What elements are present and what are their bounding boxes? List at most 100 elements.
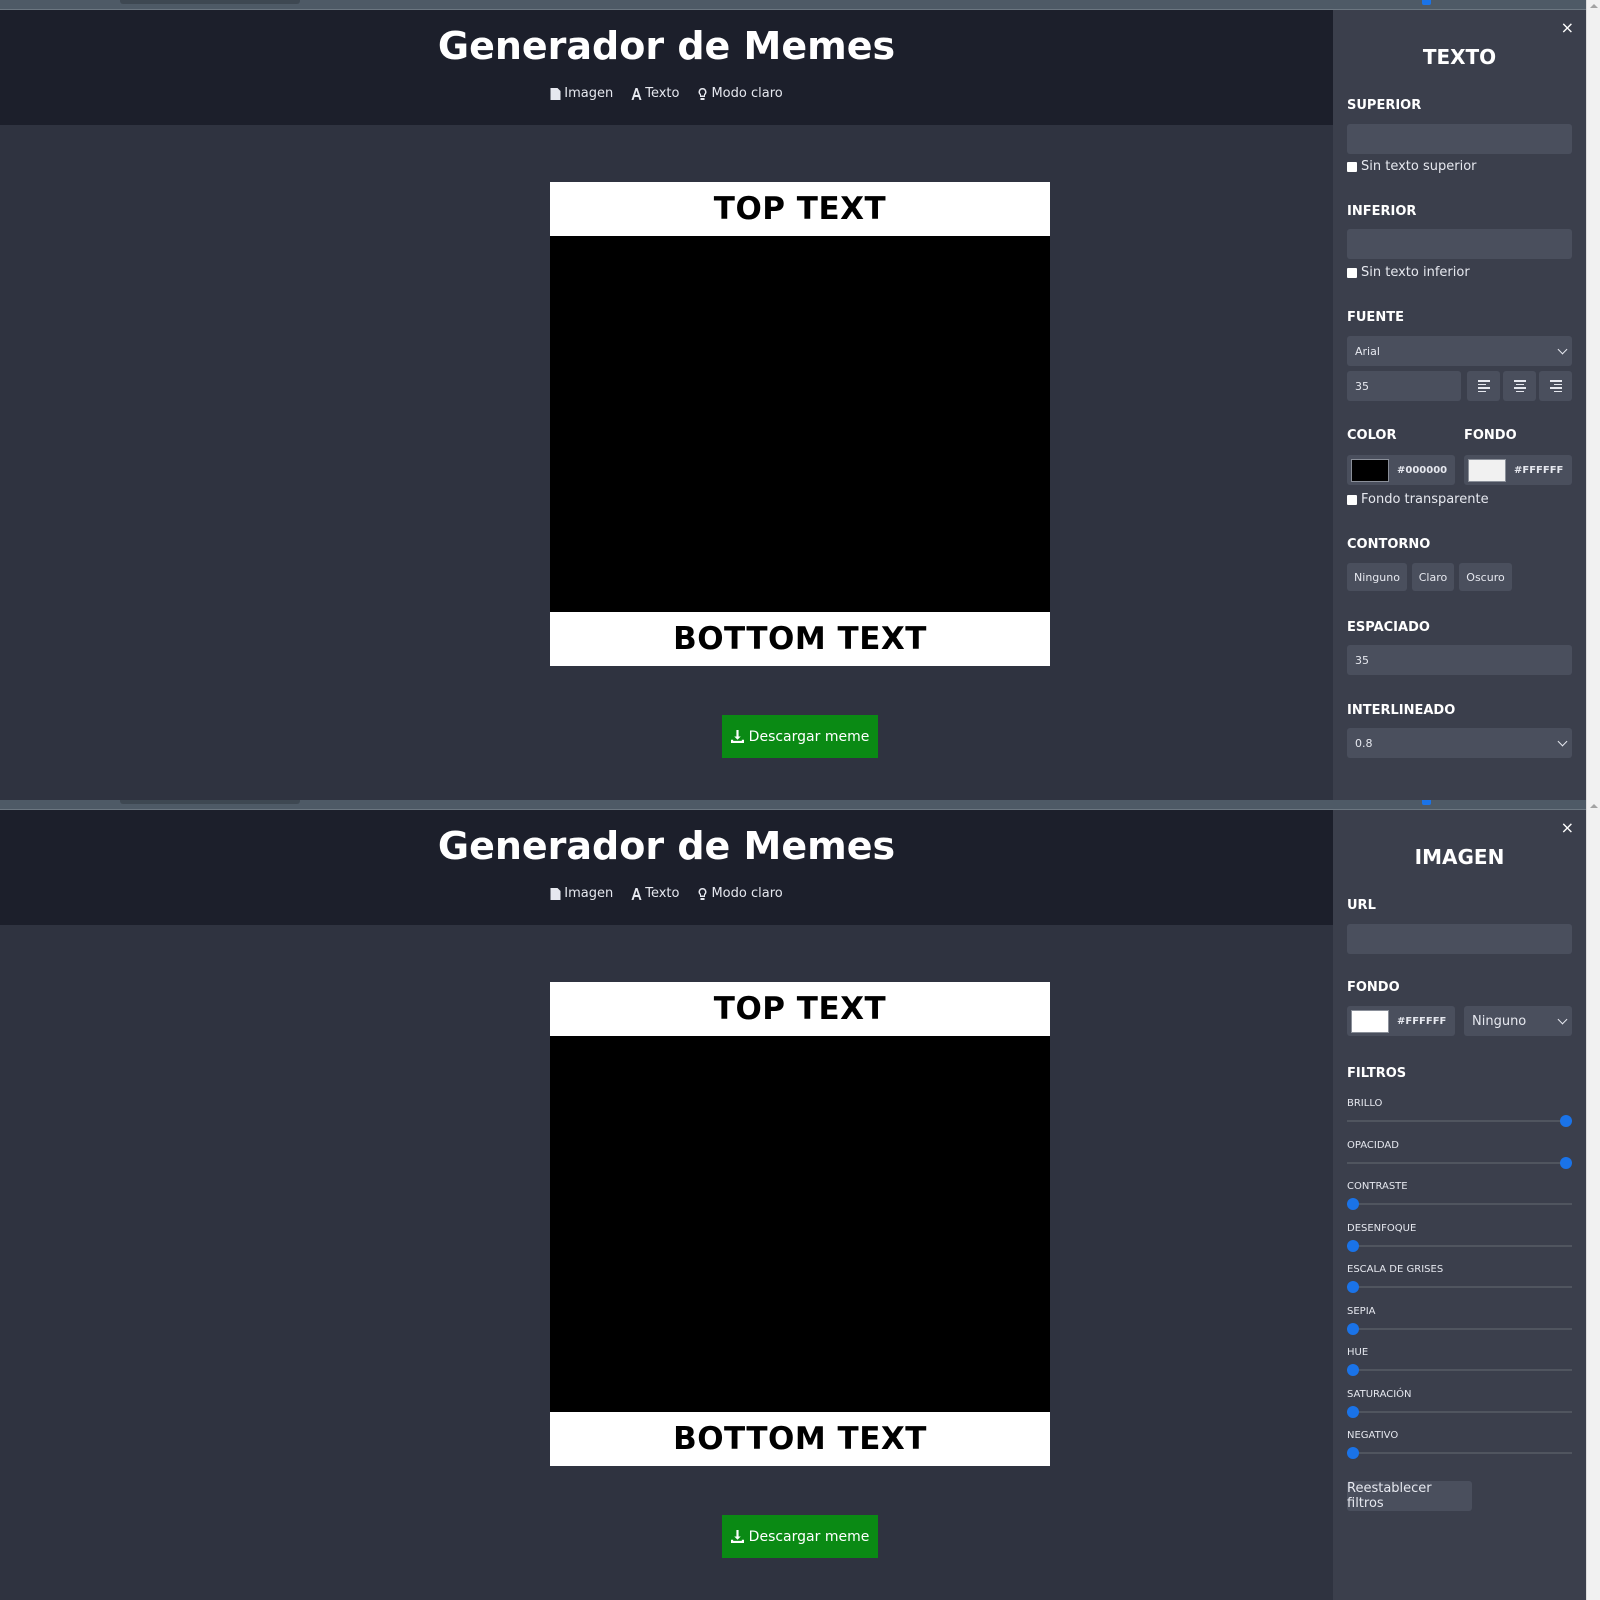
align-left-button[interactable] bbox=[1467, 371, 1500, 401]
screenshot-text-panel: Generador de Memes Imagen Texto Modo cla… bbox=[0, 0, 1600, 800]
meme-top-band: TOP TEXT bbox=[550, 982, 1050, 1036]
checkbox-box[interactable] bbox=[1347, 494, 1357, 505]
image-bg-color-picker[interactable]: #FFFFFF bbox=[1347, 1006, 1455, 1036]
filter-slider[interactable] bbox=[1347, 1447, 1572, 1459]
nav-imagen[interactable]: Imagen bbox=[550, 886, 613, 901]
outline-dark-button[interactable]: Oscuro bbox=[1459, 563, 1512, 591]
filter-slider[interactable] bbox=[1347, 1322, 1572, 1335]
slider-thumb[interactable] bbox=[1347, 1198, 1359, 1210]
no-bottom-text-label: Sin texto inferior bbox=[1361, 265, 1470, 280]
chevron-down-icon bbox=[1557, 344, 1568, 354]
filter-label: BRILLO bbox=[1347, 1098, 1383, 1109]
slider-thumb[interactable] bbox=[1560, 1156, 1572, 1169]
slider-track[interactable] bbox=[1347, 1286, 1572, 1288]
browser-strip bbox=[0, 0, 1600, 10]
slider-track[interactable] bbox=[1347, 1327, 1572, 1330]
filter-slider[interactable] bbox=[1347, 1281, 1572, 1293]
nav-imagen[interactable]: Imagen bbox=[550, 86, 613, 101]
spacing-input[interactable]: 35 bbox=[1347, 645, 1572, 675]
checkbox-box[interactable] bbox=[1347, 161, 1357, 172]
image-panel: × IMAGEN URL FONDO #FFFFFF Ninguno FILTR… bbox=[1333, 810, 1586, 1600]
filter-slider[interactable] bbox=[1347, 1364, 1572, 1376]
nav-bar: Imagen Texto Modo claro bbox=[0, 886, 1333, 901]
download-button[interactable]: Descargar meme bbox=[722, 1515, 878, 1558]
outline-none-button[interactable]: Ninguno bbox=[1347, 563, 1407, 591]
nav-texto[interactable]: Texto bbox=[631, 886, 679, 901]
close-icon[interactable]: × bbox=[1561, 818, 1574, 837]
font-icon bbox=[631, 887, 642, 900]
bg-label: FONDO bbox=[1464, 428, 1517, 443]
superior-label: SUPERIOR bbox=[1347, 98, 1422, 113]
slider-track[interactable] bbox=[1347, 1369, 1572, 1371]
bg-color-picker[interactable]: #FFFFFF bbox=[1464, 455, 1572, 485]
filter-label: NEGATIVO bbox=[1347, 1430, 1399, 1441]
filter-slider[interactable] bbox=[1347, 1198, 1572, 1210]
font-icon bbox=[631, 87, 642, 100]
filter-label: DESENFOQUE bbox=[1347, 1222, 1417, 1234]
slider-track[interactable] bbox=[1347, 1161, 1572, 1164]
filter-label: CONTRASTE bbox=[1347, 1181, 1408, 1192]
slider-thumb[interactable] bbox=[1347, 1322, 1359, 1335]
screenshot-image-panel: Generador de Memes Imagen Texto Modo cla… bbox=[0, 800, 1600, 1600]
filter-label: HUE bbox=[1347, 1347, 1369, 1358]
checkbox-box[interactable] bbox=[1347, 267, 1357, 278]
page-title: Generador de Memes bbox=[437, 824, 896, 868]
font-select[interactable]: Arial bbox=[1347, 336, 1572, 366]
slider-track[interactable] bbox=[1347, 1203, 1572, 1205]
filter-slider[interactable] bbox=[1347, 1405, 1572, 1418]
outline-light-button[interactable]: Claro bbox=[1412, 563, 1454, 591]
nav-modo-claro[interactable]: Modo claro bbox=[697, 86, 783, 101]
meme-canvas: TOP TEXT BOTTOM TEXT bbox=[550, 982, 1050, 1466]
scrollbar[interactable] bbox=[1586, 800, 1600, 1600]
align-right-icon bbox=[1549, 380, 1562, 392]
align-center-button[interactable] bbox=[1503, 371, 1536, 401]
no-top-text-checkbox[interactable]: Sin texto superior bbox=[1347, 159, 1477, 174]
filter-slider[interactable] bbox=[1347, 1239, 1572, 1252]
file-image-icon bbox=[550, 87, 561, 100]
panel-title: IMAGEN bbox=[1414, 845, 1505, 869]
filter-slider[interactable] bbox=[1347, 1156, 1572, 1169]
bg-color-swatch[interactable] bbox=[1468, 458, 1506, 482]
slider-thumb[interactable] bbox=[1347, 1405, 1359, 1418]
scroll-up-icon[interactable] bbox=[1590, 804, 1598, 808]
no-bottom-text-checkbox[interactable]: Sin texto inferior bbox=[1347, 265, 1470, 280]
line-height-select[interactable]: 0.8 bbox=[1347, 728, 1572, 758]
text-color-swatch[interactable] bbox=[1351, 458, 1389, 482]
download-icon bbox=[730, 730, 744, 743]
nav-texto[interactable]: Texto bbox=[631, 86, 679, 101]
scroll-up-icon[interactable] bbox=[1590, 4, 1598, 8]
scrollbar[interactable] bbox=[1586, 0, 1600, 800]
slider-thumb[interactable] bbox=[1560, 1115, 1572, 1127]
align-right-button[interactable] bbox=[1539, 371, 1572, 401]
transparent-bg-checkbox[interactable]: Fondo transparente bbox=[1347, 492, 1489, 507]
meme-bottom-band: BOTTOM TEXT bbox=[550, 612, 1050, 666]
text-color-picker[interactable]: #000000 bbox=[1347, 455, 1455, 485]
browser-tab bbox=[120, 800, 300, 804]
slider-track[interactable] bbox=[1347, 1410, 1572, 1413]
inferior-input[interactable] bbox=[1347, 229, 1572, 259]
close-icon[interactable]: × bbox=[1561, 18, 1574, 37]
download-button[interactable]: Descargar meme bbox=[722, 715, 878, 758]
slider-track[interactable] bbox=[1347, 1244, 1572, 1247]
meme-canvas: TOP TEXT BOTTOM TEXT bbox=[550, 182, 1050, 666]
download-label: Descargar meme bbox=[748, 1528, 870, 1545]
blend-mode-select[interactable]: Ninguno bbox=[1464, 1006, 1572, 1036]
lightbulb-icon bbox=[698, 887, 707, 900]
superior-input[interactable] bbox=[1347, 124, 1572, 154]
reset-filters-button[interactable]: Reestablecer filtros bbox=[1347, 1481, 1472, 1511]
nav-modo-claro[interactable]: Modo claro bbox=[697, 886, 783, 901]
font-size-input[interactable]: 35 bbox=[1347, 371, 1461, 401]
image-bg-swatch[interactable] bbox=[1351, 1009, 1389, 1033]
slider-thumb[interactable] bbox=[1347, 1364, 1359, 1376]
slider-thumb[interactable] bbox=[1347, 1281, 1359, 1293]
url-input[interactable] bbox=[1347, 924, 1572, 954]
main-area: Generador de Memes Imagen Texto Modo cla… bbox=[0, 10, 1333, 800]
slider-thumb[interactable] bbox=[1347, 1447, 1359, 1459]
image-bg-value: #FFFFFF bbox=[1397, 1015, 1447, 1027]
slider-thumb[interactable] bbox=[1347, 1239, 1359, 1252]
slider-track[interactable] bbox=[1347, 1120, 1572, 1122]
slider-track[interactable] bbox=[1347, 1452, 1572, 1454]
download-icon bbox=[730, 1530, 744, 1543]
line-height-value: 0.8 bbox=[1355, 736, 1373, 750]
filter-slider[interactable] bbox=[1347, 1115, 1572, 1127]
